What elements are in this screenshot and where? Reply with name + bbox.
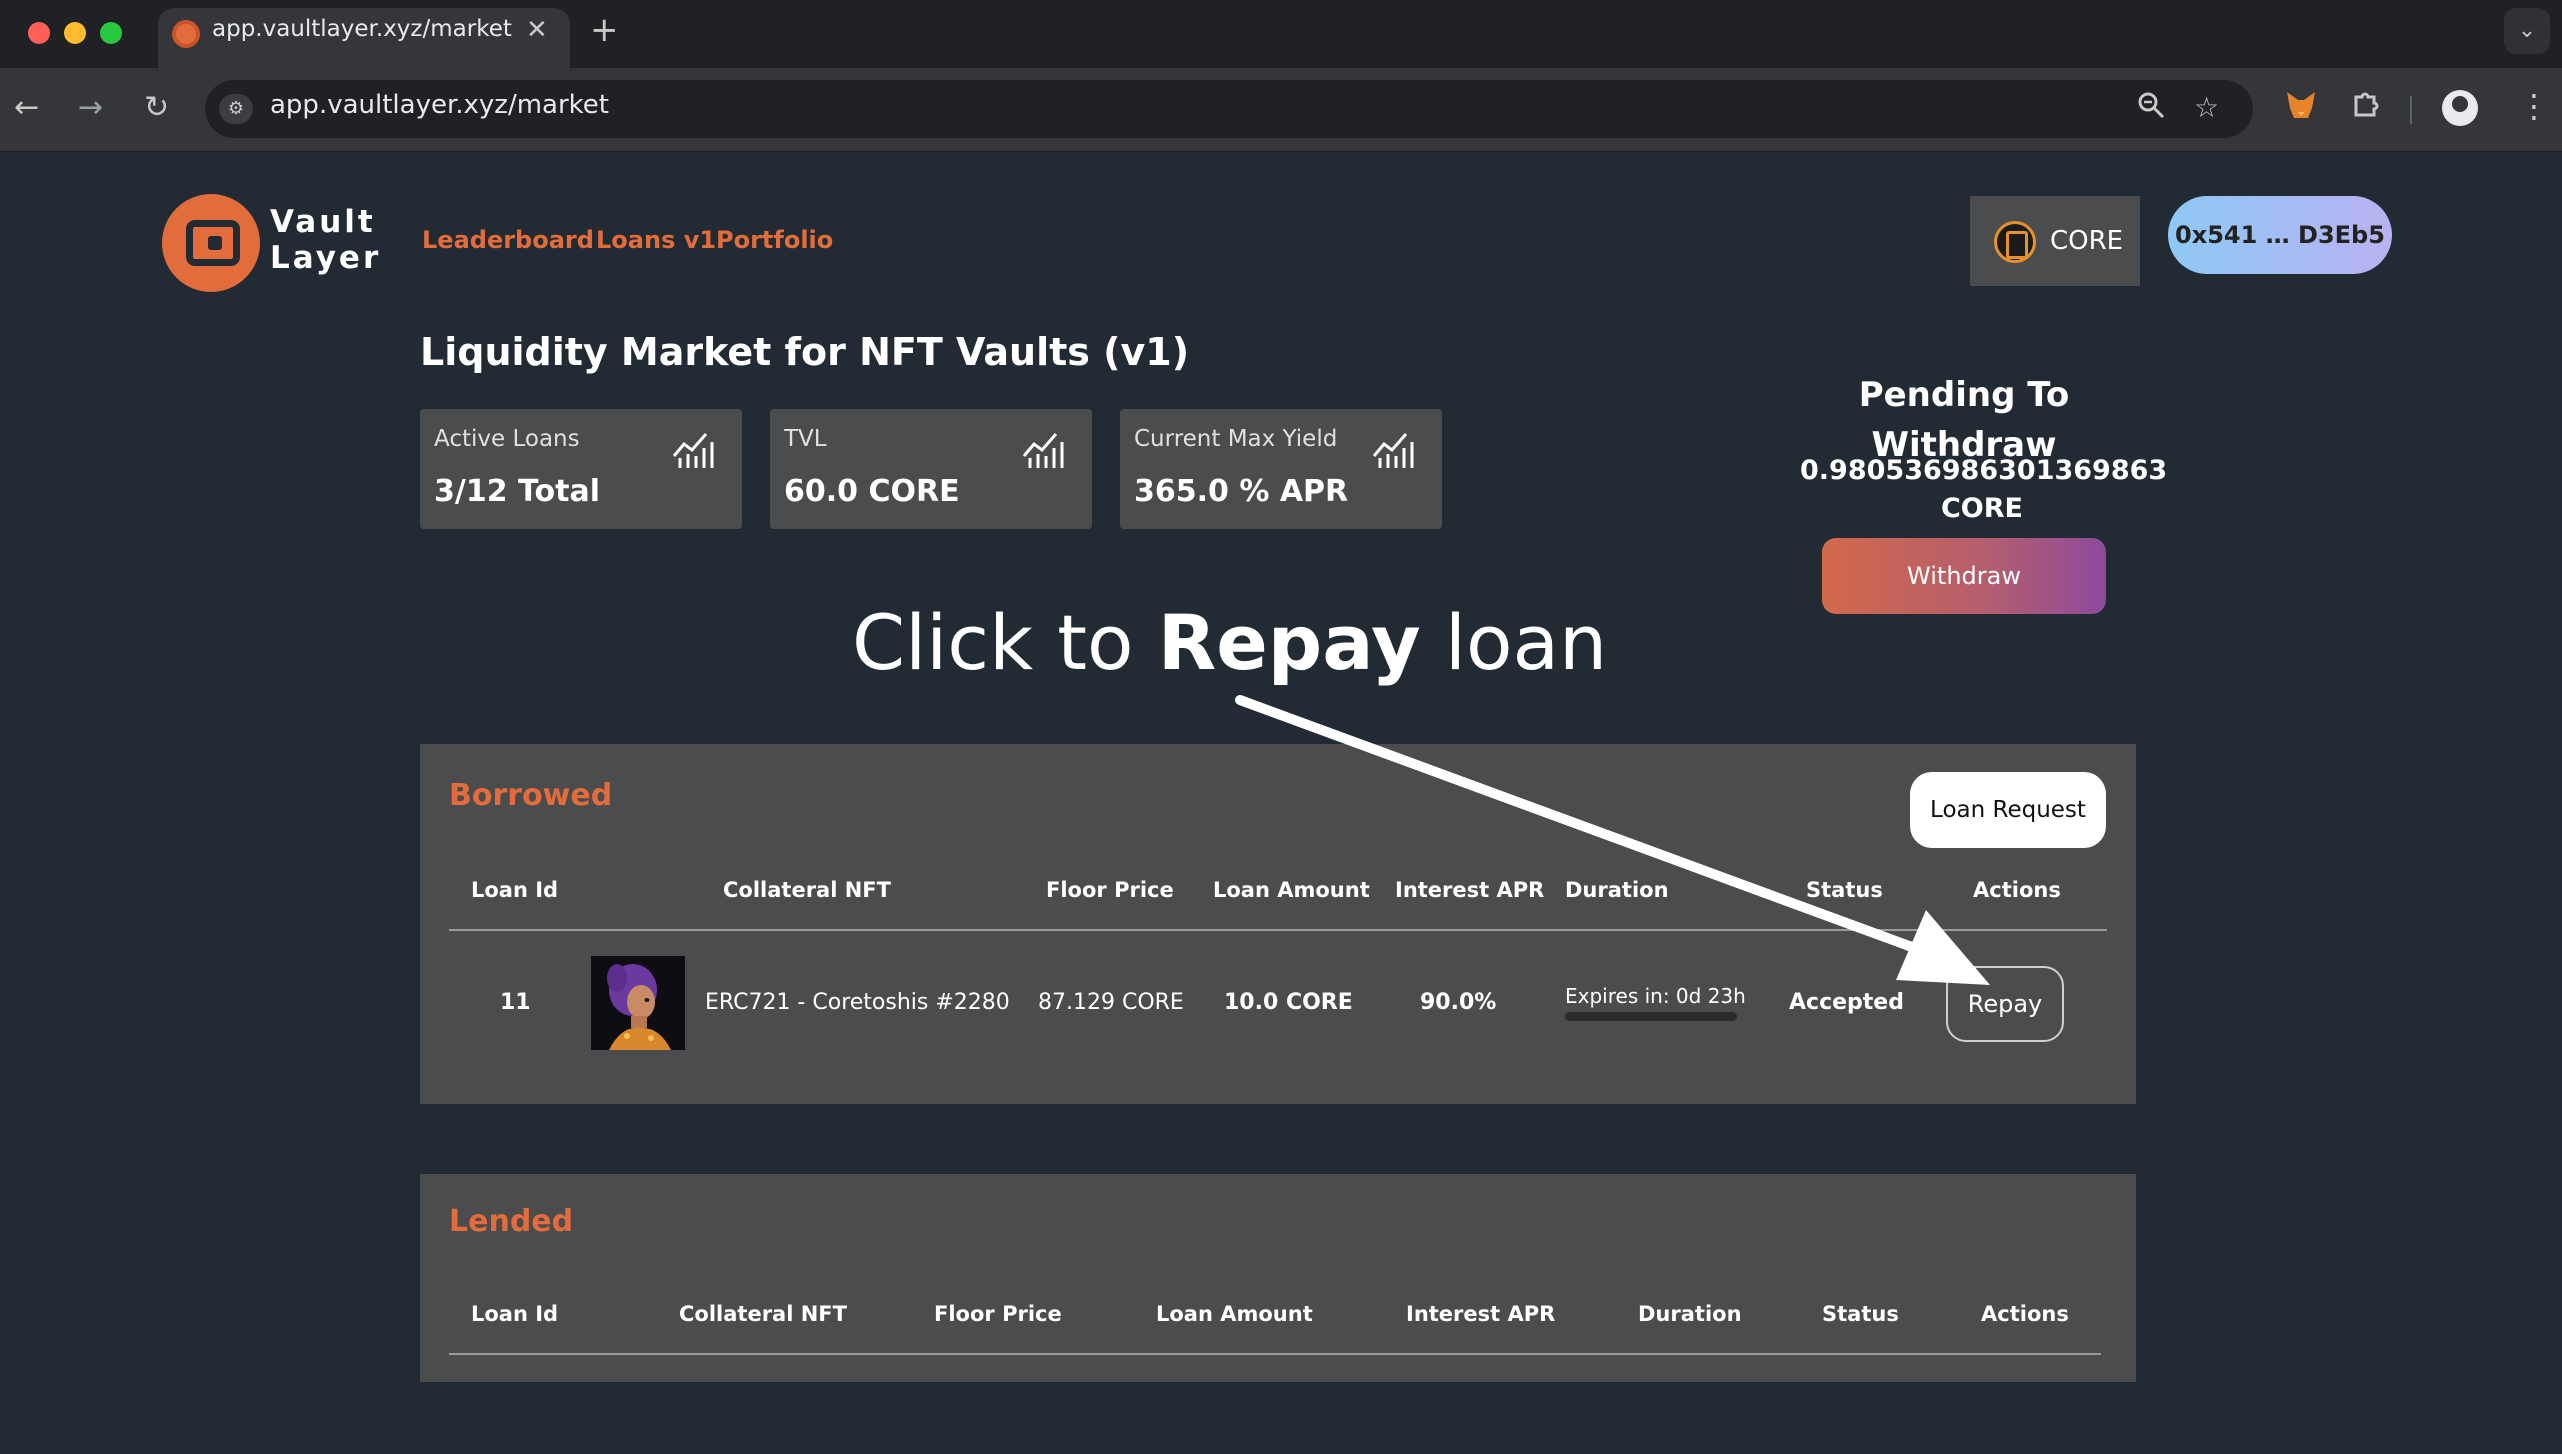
duration-progress-bar — [1565, 1012, 1737, 1021]
cell-loan-id: 11 — [500, 990, 531, 1015]
stat-value: 3/12 Total — [434, 474, 600, 509]
nav-portfolio[interactable]: Portfolio — [716, 226, 833, 254]
col-collateral-nft: Collateral NFT — [679, 1302, 847, 1326]
new-tab-button[interactable]: + — [590, 12, 619, 48]
col-loan-id: Loan Id — [471, 878, 559, 902]
withdraw-button[interactable]: Withdraw — [1822, 538, 2106, 614]
col-collateral-nft: Collateral NFT — [723, 878, 891, 902]
stat-value: 60.0 CORE — [784, 474, 960, 509]
col-loan-id: Loan Id — [471, 1302, 559, 1326]
lended-panel — [420, 1174, 2136, 1382]
col-floor-price: Floor Price — [934, 1302, 1062, 1326]
tab-search-chevron-icon[interactable]: ⌄ — [2504, 8, 2550, 54]
bookmark-star-icon[interactable]: ☆ — [2194, 90, 2219, 126]
tutorial-annotation: Click to Repay loan — [852, 598, 1607, 688]
nav-loans-v1[interactable]: Loans v1 — [596, 226, 716, 254]
col-floor-price: Floor Price — [1046, 878, 1174, 902]
zoom-icon[interactable] — [2136, 90, 2166, 129]
table-divider — [449, 1353, 2101, 1355]
annotation-prefix: Click to — [852, 598, 1158, 687]
borrowed-title: Borrowed — [449, 778, 613, 813]
chart-icon — [1372, 433, 1414, 468]
nav-leaderboard[interactable]: Leaderboard — [422, 226, 594, 254]
annotation-bold: Repay — [1157, 598, 1421, 687]
col-status: Status — [1822, 1302, 1899, 1326]
chart-icon — [1022, 433, 1064, 468]
stat-value: 365.0 % APR — [1134, 474, 1349, 509]
chart-icon — [672, 433, 714, 468]
annotation-suffix: loan — [1420, 598, 1608, 687]
tab-favicon-icon — [172, 20, 200, 48]
back-arrow-icon[interactable]: ← — [14, 88, 39, 128]
stat-label: Current Max Yield — [1134, 426, 1338, 452]
nft-thumbnail[interactable] — [591, 956, 685, 1050]
cell-floor-price: 87.129 CORE — [1038, 990, 1184, 1015]
extensions-puzzle-icon[interactable] — [2350, 88, 2382, 131]
col-loan-amount: Loan Amount — [1156, 1302, 1313, 1326]
cell-collateral-nft[interactable]: ERC721 - Coretoshis #2280 — [705, 990, 1010, 1015]
lended-title: Lended — [449, 1204, 574, 1239]
page-title: Liquidity Market for NFT Vaults (v1) — [420, 330, 1190, 374]
arrow-annotation — [1235, 695, 1990, 985]
toolbar-separator — [2410, 96, 2412, 124]
logo-vault-dot — [208, 236, 222, 250]
tab-close-icon[interactable]: ✕ — [526, 14, 548, 46]
col-interest-apr: Interest APR — [1406, 1302, 1556, 1326]
logo-line1: Vault — [270, 204, 376, 240]
profile-icon[interactable] — [2442, 90, 2478, 126]
tab-title: app.vaultlayer.xyz/market — [212, 16, 512, 42]
col-actions: Actions — [1981, 1302, 2069, 1326]
maximize-traffic-icon[interactable] — [100, 22, 122, 44]
reload-icon[interactable]: ↻ — [144, 88, 169, 128]
metamask-fox-icon[interactable] — [2284, 88, 2318, 133]
url-text[interactable]: app.vaultlayer.xyz/market — [270, 90, 609, 120]
wallet-address-button[interactable]: 0x541 … D3Eb5 — [2168, 196, 2392, 274]
more-menu-icon[interactable]: ⋮ — [2518, 86, 2550, 126]
stat-label: Active Loans — [434, 426, 580, 452]
pending-amount-value: 0.980536986301369863 — [1800, 455, 2168, 486]
logo-line2: Layer — [270, 240, 382, 276]
site-info-icon[interactable]: ⚙ — [219, 94, 253, 124]
stat-label: TVL — [784, 426, 827, 452]
minimize-traffic-icon[interactable] — [64, 22, 86, 44]
col-duration: Duration — [1638, 1302, 1742, 1326]
core-chain-icon — [1994, 221, 2036, 263]
close-traffic-icon[interactable] — [28, 22, 50, 44]
chain-label: CORE — [2050, 226, 2124, 256]
pending-amount-unit: CORE — [1940, 493, 2023, 524]
logo-text: Vault Layer — [270, 204, 381, 276]
forward-arrow-icon[interactable]: → — [78, 88, 103, 128]
pending-withdraw-amount: 0.980536986301369863 CORE — [1800, 452, 2168, 528]
